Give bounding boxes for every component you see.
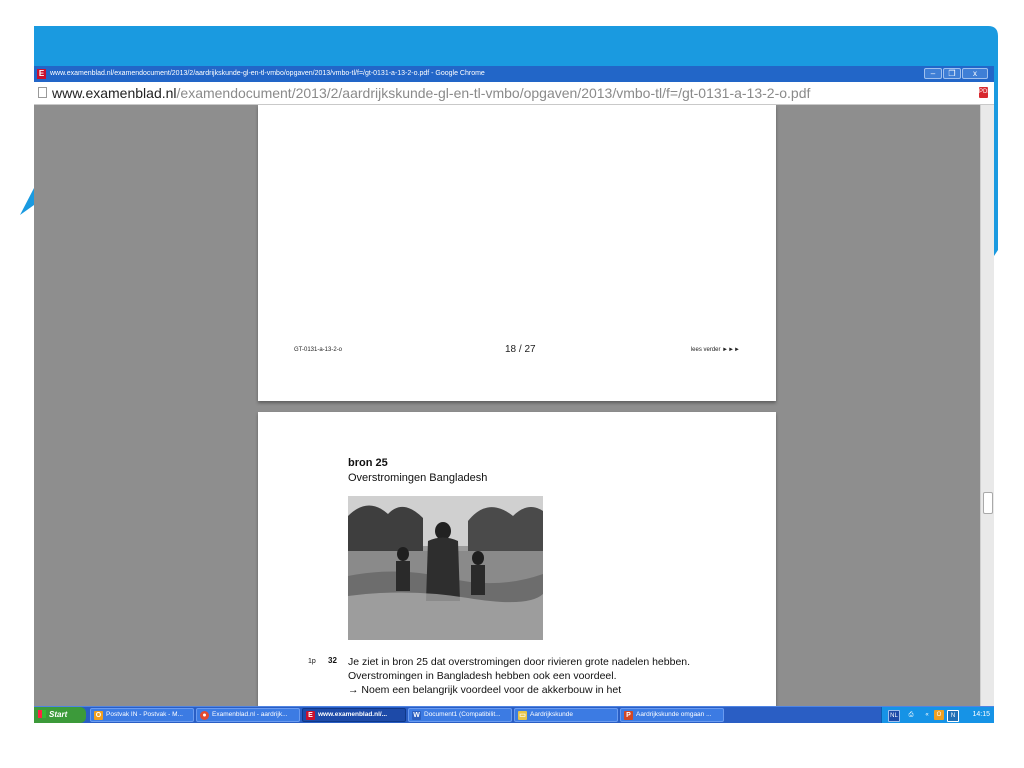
taskbar-item-powerpoint[interactable]: P Aardrijkskunde omgaan ... [620,708,724,722]
expand-tray-icon[interactable]: « [922,710,932,720]
question-line-3: → Noem een belangrijk voordeel voor de a… [348,684,622,696]
close-button[interactable]: x [962,68,988,79]
chrome-window: E www.examenblad.nl/examendocument/2013/… [34,66,994,706]
start-label: Start [49,710,68,719]
page-number: 18 / 27 [505,344,536,355]
taskbar-item-label: Postvak IN - Postvak - M... [106,711,183,718]
outlook-icon: O [94,711,103,720]
continue-label: lees verder ►►► [690,347,740,353]
taskbar-item-folder-aardrijkskunde[interactable]: ▭ Aardrijkskunde [514,708,618,722]
taskbar-item-label: Aardrijkskunde omgaan ... [636,711,712,718]
clock[interactable]: 14:15 [972,707,990,723]
page-icon [38,87,47,98]
powerpoint-icon: P [624,711,633,720]
windows-taskbar: Start O Postvak IN - Postvak - M... ● Ex… [34,706,994,723]
source-subtitle: Overstromingen Bangladesh [348,472,488,484]
chrome-icon: ● [200,711,209,720]
question-number: 32 [328,656,337,665]
examenblad-icon: E [306,711,315,720]
scrollbar-thumb[interactable] [983,492,993,514]
title-bar[interactable]: E www.examenblad.nl/examendocument/2013/… [34,66,994,82]
question-points: 1p [308,658,316,665]
url-path: /examendocument/2013/2/aardrijkskunde-gl… [176,85,811,101]
windows-logo-icon [38,710,46,718]
vertical-scrollbar[interactable] [980,105,994,706]
pdf-page-19: bron 25 Overstromingen Bangladesh 1p 32 … [258,412,776,706]
printer-icon[interactable]: ⎙ [906,710,916,720]
taskbar-item-label: Document1 (Compatibilit... [424,711,501,718]
pdf-page-18: GT-0131-a-13-2-o 18 / 27 lees verder ►►► [258,105,776,401]
address-bar[interactable]: www.examenblad.nl/examendocument/2013/2/… [34,82,994,105]
window-controls: – ❐ x [924,68,988,80]
window-title: www.examenblad.nl/examendocument/2013/2/… [50,70,485,77]
pdf-viewer[interactable]: GT-0131-a-13-2-o 18 / 27 lees verder ►►►… [34,105,994,706]
taskbar-item-chrome-examenblad[interactable]: ● Examenblad.nl - aardrijk... [196,708,300,722]
taskbar-item-word-document[interactable]: W Document1 (Compatibilit... [408,708,512,722]
folder-icon: ▭ [518,711,527,720]
language-indicator[interactable]: NL [888,710,900,722]
onenote-tray-icon[interactable]: N [947,710,959,722]
start-button[interactable]: Start [34,707,86,723]
document-code: GT-0131-a-13-2-o [294,347,343,353]
question-line-1: Je ziet in bron 25 dat overstromingen do… [348,656,691,668]
taskbar-item-examenblad-pdf[interactable]: E www.examenblad.nl/... [302,708,406,722]
source-title: bron 25 [348,457,388,469]
word-icon: W [412,711,421,720]
taskbar-item-outlook[interactable]: O Postvak IN - Postvak - M... [90,708,194,722]
pdf-icon[interactable]: PDF [979,87,991,98]
examenblad-app-icon: E [37,69,46,79]
url-host: www.examenblad.nl [52,85,177,101]
taskbar-item-label: www.examenblad.nl/... [318,711,388,718]
flood-photo [348,496,543,640]
outlook-tray-icon[interactable]: O [934,710,944,720]
maximize-button[interactable]: ❐ [943,68,961,79]
minimize-button[interactable]: – [924,68,942,79]
taskbar-item-label: Aardrijkskunde [530,711,573,718]
taskbar-item-label: Examenblad.nl - aardrijk... [212,711,288,718]
question-line-2: Overstromingen in Bangladesh hebben ook … [348,670,617,682]
system-tray: NL ⎙ « O N 14:15 [881,707,994,723]
url-text[interactable]: www.examenblad.nl/examendocument/2013/2/… [52,84,810,102]
